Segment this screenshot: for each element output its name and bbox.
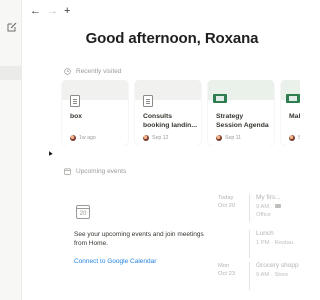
- greeting-heading: Good afternoon, Roxana: [85, 30, 259, 47]
- avatar: [216, 135, 222, 141]
- document-icon: [143, 95, 153, 107]
- navigation-bar: ← → +: [30, 4, 70, 18]
- event-date: Oct 20: [218, 203, 236, 209]
- event-time: 9 AM: [256, 203, 282, 211]
- sidebar-selected-item[interactable]: [0, 66, 22, 80]
- card-title: box: [70, 113, 83, 120]
- event-time: 9 AM · Store: [256, 272, 289, 278]
- mouse-cursor-icon: [47, 150, 53, 156]
- connect-google-calendar-link[interactable]: Connect to Google Calendar: [74, 258, 156, 265]
- event-title: Lunch: [256, 230, 274, 237]
- recently-visited-label: Recently visited: [76, 68, 122, 75]
- card-time: Sep 12: [152, 135, 169, 141]
- event-day: Mon Oct 23: [218, 262, 246, 278]
- calendar-date-icon: 20: [76, 205, 90, 219]
- card-title: Consults booking landin...: [143, 113, 197, 129]
- card-title: Mak Notic: [289, 113, 300, 120]
- recent-card[interactable]: Mak Notic Se: [281, 80, 300, 146]
- event-details: 9 AM Office: [256, 203, 282, 219]
- event-divider: [249, 230, 250, 258]
- recent-card[interactable]: Strategy Session Agenda Sep 11: [208, 80, 274, 146]
- back-arrow-icon[interactable]: ←: [30, 5, 41, 17]
- calendar-day: 20: [79, 211, 87, 217]
- upcoming-events-label: Upcoming events: [76, 168, 127, 175]
- recent-card[interactable]: box 1w ago: [62, 80, 128, 146]
- money-icon: [286, 94, 300, 103]
- event-divider: [249, 194, 250, 222]
- card-time: Sep 11: [225, 135, 242, 141]
- card-meta: Sep 12: [143, 135, 168, 141]
- recent-card[interactable]: Consults booking landin... Sep 12: [135, 80, 201, 146]
- event-title: My firs...: [256, 194, 281, 201]
- video-icon: [275, 204, 282, 209]
- event-time: 1 PM · Restau: [256, 240, 294, 246]
- card-meta: 1w ago: [70, 135, 96, 141]
- event-weekday: Mon: [218, 263, 230, 269]
- avatar: [143, 135, 149, 141]
- empty-message: See your upcoming events and join meetin…: [74, 231, 204, 247]
- event-weekday: Today: [218, 195, 234, 201]
- card-meta: Se: [289, 135, 300, 141]
- card-time: Se: [298, 135, 300, 141]
- event-title: Grocery shopp: [256, 262, 299, 269]
- card-meta: Sep 11: [216, 135, 241, 141]
- event-date: Oct 23: [218, 271, 236, 277]
- avatar: [70, 135, 76, 141]
- event-divider: [249, 262, 250, 290]
- card-title: Strategy Session Agenda: [216, 113, 269, 129]
- recently-visited-heading: Recently visited: [64, 68, 122, 75]
- event-location: Office: [256, 212, 272, 218]
- card-time: 1w ago: [79, 135, 96, 141]
- calendar-icon: [64, 168, 71, 175]
- upcoming-events-list: Today Oct 20 My firs... 9 AM Office Lunc…: [214, 194, 300, 300]
- clock-icon: [64, 68, 71, 75]
- avatar: [289, 135, 295, 141]
- money-icon: [213, 94, 227, 103]
- document-icon: [70, 95, 80, 107]
- event-day: Today Oct 20: [218, 194, 246, 210]
- upcoming-events-heading: Upcoming events: [64, 168, 126, 175]
- forward-arrow-icon[interactable]: →: [47, 5, 58, 17]
- new-tab-icon[interactable]: +: [64, 5, 70, 17]
- recently-visited-cards: box 1w ago Consults booking landin... Se…: [60, 80, 300, 146]
